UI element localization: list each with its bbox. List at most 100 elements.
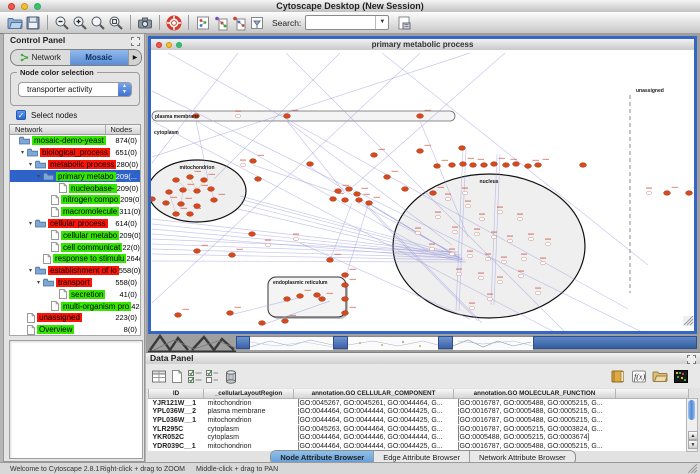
open-session-icon[interactable] [6,14,24,32]
graph-edge[interactable] [287,121,345,193]
graph-node-plain[interactable] [456,272,461,276]
graph-node-selected[interactable] [255,177,262,182]
graph-node-plain[interactable] [528,237,533,241]
select-attributes-icon[interactable] [186,367,204,385]
graph-node-selected[interactable] [342,273,349,278]
graph-node-selected[interactable] [173,178,180,183]
column-header[interactable]: annotation.GO MOLECULAR_FUNCTION [454,389,616,399]
graph-node-plain[interactable] [465,204,470,208]
tree-row-secretion[interactable]: secretion41(0) [10,288,140,300]
graph-node-selected[interactable] [211,198,218,203]
birds-eye-view[interactable] [9,340,143,459]
graph-node-selected[interactable] [282,319,289,324]
graph-node-plain[interactable] [545,242,550,246]
graph-node-plain[interactable] [497,210,502,214]
background-window-sliver[interactable] [453,336,533,350]
table-cell[interactable]: [GO:0045263, GO:0044464, GO:0044455, G..… [294,425,454,434]
table-cell[interactable]: YLR295C [149,425,204,434]
graph-node-plain[interactable] [479,217,484,221]
graph-edge[interactable] [348,53,505,191]
table-cell[interactable]: YPL036W__1 [149,416,204,425]
graph-node-selected[interactable] [481,163,488,168]
graph-node-selected[interactable] [180,188,187,193]
graph-node-plain[interactable] [293,237,298,241]
table-cell[interactable]: [GO:0016787, GO:0005488, GO:0005215, G..… [454,399,616,408]
graph-node-selected[interactable] [229,253,236,258]
tree-row-overview[interactable]: Overview8(0) [10,324,140,336]
table-cell[interactable]: YKR052C [149,433,204,442]
search-input[interactable] [308,16,374,29]
graph-node-selected[interactable] [259,321,266,326]
table-cell[interactable]: [GO:0005488, GO:0005215, GO:0003674] [454,433,616,442]
search-dropdown-arrow[interactable]: ▼ [375,16,388,29]
table-row[interactable]: YLR295Ccytoplasm[GO:0045263, GO:0044464,… [149,425,689,434]
graph-node-plain[interactable] [452,230,457,234]
tree-row-macromolecule[interactable]: macromolecule311(0) [10,206,140,218]
table-cell[interactable]: cytoplasm [204,433,294,442]
table-cell[interactable]: [GO:0016787, GO:0005488, GO:0005215, G..… [454,408,616,417]
graph-node-selected[interactable] [284,297,291,302]
graph-node-plain[interactable] [445,197,450,201]
tree-header-nodes[interactable]: Nodes [105,125,140,134]
table-cell[interactable] [616,399,689,408]
tree-row-nucleobase-[interactable]: nucleobase-209(0) [10,182,140,194]
graph-node-selected[interactable] [371,153,378,158]
table-row[interactable]: YPL036W__1mitochondrion[GO:0044464, GO:0… [149,416,689,425]
tab-overflow-arrow[interactable]: ▶ [128,50,141,65]
table-cell[interactable]: [GO:0016787, GO:0005215, GO:0003824, G..… [454,425,616,434]
graph-node-selected[interactable] [194,189,201,194]
zoom-out-icon[interactable] [53,14,71,32]
help-lifesaver-icon[interactable] [165,14,183,32]
graph-node-selected[interactable] [384,175,391,180]
graph-node-selected[interactable] [354,192,361,197]
tree-row-primary-metabo[interactable]: ▾primary metabo209(... [10,170,140,182]
search-combobox[interactable]: ▼ [305,15,389,30]
graph-node-selected[interactable] [175,313,182,318]
table-cell[interactable]: [GO:0044464, GO:0044446, GO:0044444, G..… [294,433,454,442]
delete-attribute-icon[interactable] [222,367,240,385]
graph-node-selected[interactable] [503,163,510,168]
import-attributes-folder-icon[interactable] [651,367,669,385]
scrollbar-thumb[interactable] [688,400,695,420]
save-session-icon[interactable] [24,14,42,32]
disclosure-triangle[interactable]: ▾ [26,220,35,227]
table-row[interactable]: YJR121W__1mitochondrion[GO:0045267, GO:0… [149,399,689,408]
graph-node-selected[interactable] [417,149,424,154]
tree-header-network[interactable]: Network [10,125,43,134]
table-cell[interactable]: [GO:0044464, GO:0044444, GO:0044425, G..… [294,408,454,417]
graph-node-selected[interactable] [460,162,467,167]
graph-node-selected[interactable] [173,212,180,217]
graph-node-selected[interactable] [330,197,337,202]
table-row[interactable]: YKR052Ccytoplasm[GO:0044464, GO:0044446,… [149,433,689,442]
background-window-sliver[interactable] [348,336,438,350]
graph-node-selected[interactable] [459,146,466,151]
heatmap-icon[interactable] [672,367,690,385]
graph-node-selected[interactable] [249,232,256,237]
graph-node-selected[interactable] [178,202,185,207]
graph-node-selected[interactable] [449,163,456,168]
graph-node-selected[interactable] [250,159,257,164]
column-header[interactable]: annotation.GO CELLULAR_COMPONENT [294,389,454,399]
graph-node-selected[interactable] [430,191,437,196]
table-cell[interactable] [616,408,689,417]
table-cell[interactable]: YJR121W__1 [149,399,204,408]
tree-row-cell-communicat[interactable]: cell communicat22(0) [10,241,140,253]
graph-node-selected[interactable] [166,190,173,195]
graph-node-selected[interactable] [356,198,363,203]
graph-node-selected[interactable] [327,258,334,263]
tree-row-mosaic-demo-yeast[interactable]: mosaic-demo-yeast874(0) [10,135,140,147]
tree-row-biological-process[interactable]: ▾biological_process651(0) [10,147,140,159]
graph-node-selected[interactable] [417,114,424,119]
attribute-browser-settings-icon[interactable] [395,14,413,32]
tree-row-cellular-metabo[interactable]: cellular metabo209(0) [10,229,140,241]
table-cell[interactable]: [GO:0016787, GO:0005488, GO:0005215, G..… [454,416,616,425]
background-window-titlebar[interactable] [533,336,697,349]
graph-node-plain[interactable] [449,252,454,256]
tree-row-establishment-of-lo[interactable]: ▾establishment of lo558(0) [10,265,140,277]
table-row[interactable]: YPL036W__2plasma membrane[GO:0044464, GO… [149,408,689,417]
disclosure-triangle[interactable]: ▾ [34,279,43,286]
table-cell[interactable]: YPL036W__2 [149,408,204,417]
window-resize-grip[interactable] [688,464,698,474]
graph-node-selected[interactable] [664,191,671,196]
disclosure-triangle[interactable]: ▾ [34,173,43,180]
